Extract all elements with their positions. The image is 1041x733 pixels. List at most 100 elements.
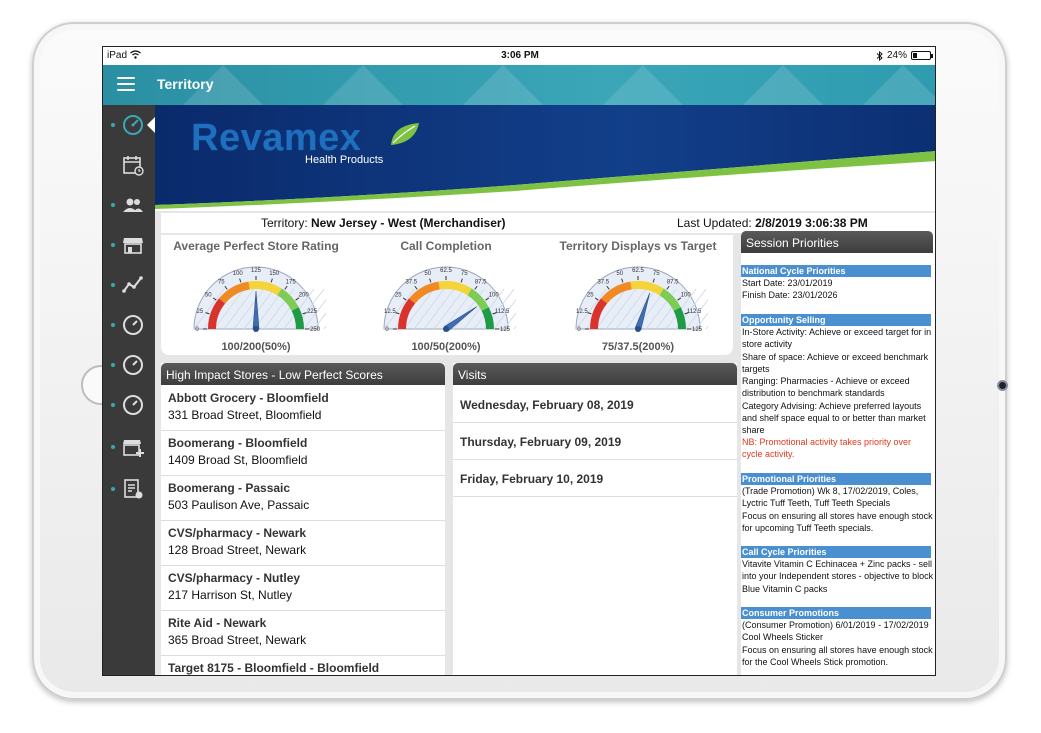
gauge-title: Average Perfect Store Rating (173, 239, 339, 253)
national-finish-date: Finish Date: 23/01/2026 (742, 290, 838, 300)
territory-value: New Jersey - West (Merchandiser) (311, 216, 506, 230)
stores-header: High Impact Stores - Low Perfect Scores (161, 363, 445, 385)
status-bar: iPad 3:06 PM 24% (103, 47, 935, 65)
bluetooth-icon (876, 50, 883, 61)
gauge-tick-label: 100 (681, 292, 692, 298)
store-row[interactable]: CVS/pharmacy - Newark 128 Broad Street, N… (161, 522, 445, 566)
store-address: 128 Broad Street, Newark (168, 543, 307, 557)
sidebar-item-users[interactable] (103, 185, 155, 225)
sidebar-item-add-store[interactable] (103, 427, 155, 467)
info-bar: Territory: New Jersey - West (Merchandis… (161, 213, 935, 233)
session-priorities-panel: Session Priorities National Cycle Priori… (741, 231, 935, 675)
leaf-icon (391, 123, 419, 145)
territory-label: Territory: (261, 216, 308, 230)
call-cycle-heading: Call Cycle Priorities (741, 546, 931, 558)
opportunity-heading: Opportunity Selling (741, 314, 931, 326)
gauge-tick-label: 125 (500, 327, 511, 333)
gauge-tick-label: 150 (269, 271, 280, 277)
gauge-value: 100/50(200%) (411, 341, 481, 353)
gauge-tick-label: 87.5 (475, 279, 487, 285)
gauge-tick-label: 100 (233, 271, 244, 277)
promo-heading: Promotional Priorities (741, 473, 931, 485)
call-cycle-text: Vitavite Vitamin C Echinacea + Zinc pack… (742, 559, 934, 594)
app-header: Territory (103, 65, 935, 105)
store-row[interactable]: CVS/pharmacy - Nutley 217 Harrison St, Nu… (161, 567, 445, 611)
sidebar-item-stores[interactable] (103, 225, 155, 265)
store-name: Rite Aid - Newark (168, 616, 267, 630)
gauge-tick-label: 112.5 (687, 309, 702, 315)
sidebar-item-reports[interactable] (103, 469, 155, 509)
store-row[interactable]: Target 8175 - Bloomfield - Bloomfield (161, 657, 445, 675)
gauge-icon (123, 315, 143, 335)
store-icon (123, 238, 143, 254)
store-row[interactable]: Boomerang - Passaic 503 Paulison Ave, Pas… (161, 477, 445, 521)
gauge-tick-label: 25 (395, 292, 402, 298)
opportunity-text: In-Store Activity: Achieve or exceed tar… (742, 327, 932, 436)
gauge-tick-label: 100 (489, 292, 500, 298)
gauge-tick-label: 75 (218, 279, 225, 285)
visits-header: Visits (453, 363, 737, 385)
sidebar-item-gauge-3[interactable] (103, 385, 155, 425)
territory-info: Territory: New Jersey - West (Merchandis… (261, 216, 506, 230)
sidebar-item-dashboard[interactable] (103, 105, 155, 145)
last-updated: Last Updated: 2/8/2019 3:06:38 PM (677, 216, 868, 230)
store-row[interactable]: Boomerang - Bloomfield 1409 Broad St, Blo… (161, 432, 445, 476)
promo-text: (Trade Promotion) Wk 8, 17/02/2019, Cole… (742, 486, 933, 533)
store-address: 217 Harrison St, Nutley (168, 588, 293, 602)
updated-value: 2/8/2019 3:06:38 PM (755, 216, 868, 230)
gauge-tick-label: 200 (299, 292, 310, 298)
gauge-tick-label: 50 (205, 292, 212, 298)
store-name: Target 8175 - Bloomfield - Bloomfield (168, 661, 380, 675)
gauge-dial: 012.52537.550 62.5 7587.5100112.5125 (575, 266, 708, 333)
gauge-territory-displays: Territory Displays vs Target 0 12.5 25 37.5… (543, 235, 733, 355)
gauge-call-completion: Call Completion 0 12.5 25 37.5 50 62.5 75 87.5 1… (351, 235, 541, 355)
gauge-tick-label: 75 (461, 271, 468, 277)
sidebar-item-gauge-1[interactable] (103, 305, 155, 345)
opportunity-note: NB: Promotional activity takes priority … (742, 437, 912, 460)
gauge-tick-label: 62.5 (632, 268, 644, 274)
gauge-title: Territory Displays vs Target (559, 239, 717, 253)
gauge-dial: 0255075100 125 150175200225250 (193, 266, 326, 333)
screen: iPad 3:06 PM 24% Territory Revamex Healt… (102, 46, 936, 676)
gauge-dial: 012.52537.550 62.5 7587.5100112.5125 (383, 266, 516, 333)
sidebar-item-schedule[interactable] (103, 145, 155, 185)
store-row[interactable]: Rite Aid - Newark 365 Broad Street, Newar… (161, 612, 445, 656)
calendar-clock-icon (123, 156, 144, 176)
visit-row[interactable]: Thursday, February 09, 2019 (453, 424, 737, 460)
store-address: 365 Broad Street, Newark (168, 633, 307, 647)
gauge-value: 100/200(50%) (221, 341, 291, 353)
sidebar-item-trends[interactable] (103, 265, 155, 305)
gauge-tick-label: 50 (424, 271, 431, 277)
status-right: 24% (876, 50, 933, 61)
gauge-tick-label: 37.5 (597, 279, 609, 285)
gauge-tick-label: 50 (616, 271, 623, 277)
gauge-tick-label: 25 (587, 292, 594, 298)
sidebar (103, 105, 155, 675)
store-row[interactable]: Abbott Grocery - Bloomfield 331 Broad Str… (161, 387, 445, 431)
brand-tagline: Health Products (305, 154, 384, 166)
gauge-tick-label: 112.5 (495, 309, 510, 315)
gauge-icon (123, 395, 143, 415)
stores-panel: High Impact Stores - Low Perfect Scores … (161, 363, 445, 675)
updated-label: Last Updated: (677, 216, 752, 230)
gauge-tick-label: 37.5 (405, 279, 417, 285)
visits-panel: Visits Wednesday, February 08, 2019 Thurs… (453, 363, 737, 675)
gauge-tick-label: 62.5 (440, 268, 452, 274)
store-name: Boomerang - Bloomfield (168, 436, 308, 450)
battery-icon (911, 51, 933, 60)
store-name: CVS/pharmacy - Nutley (168, 571, 301, 585)
sidebar-item-gauge-2[interactable] (103, 345, 155, 385)
battery-percent: 24% (886, 50, 907, 61)
menu-icon[interactable] (117, 77, 135, 91)
gauge-tick-label: 87.5 (667, 279, 679, 285)
national-cycle-heading: National Cycle Priorities (741, 265, 931, 277)
main-content: Revamex Health Products Territory: New J… (155, 105, 935, 675)
users-icon (123, 198, 143, 212)
gauge-icon (123, 355, 143, 375)
gauge-value: 75/37.5(200%) (601, 341, 675, 353)
gauge-tick-label: 175 (286, 279, 297, 285)
gauge-tick-label: 75 (653, 271, 660, 277)
clock: 3:06 PM (501, 50, 539, 61)
visit-row[interactable]: Wednesday, February 08, 2019 (453, 387, 737, 423)
visit-row[interactable]: Friday, February 10, 2019 (453, 461, 737, 497)
